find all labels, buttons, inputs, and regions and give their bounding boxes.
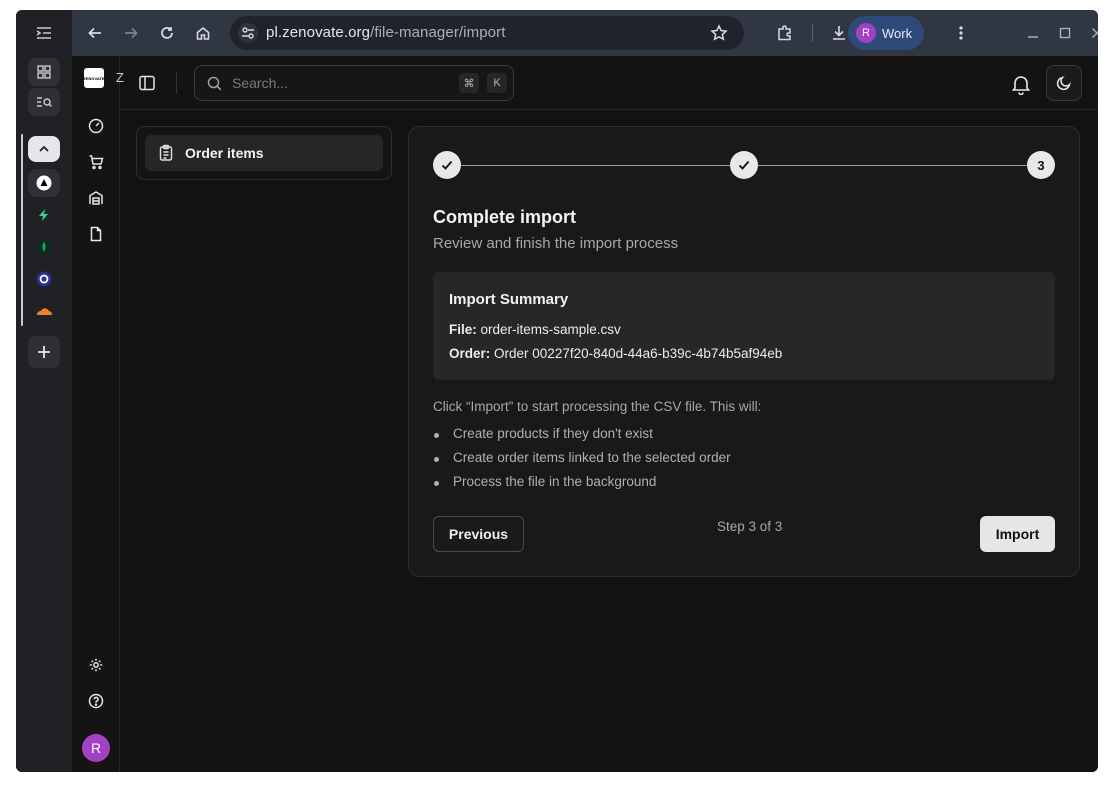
more-icon[interactable] xyxy=(950,22,972,44)
tab-group-indicator xyxy=(21,134,23,326)
maximize-icon[interactable] xyxy=(1054,22,1076,44)
theme-toggle-button[interactable] xyxy=(1046,65,1082,101)
sidebar-toggle-icon[interactable] xyxy=(28,19,60,47)
file-label: File: xyxy=(449,322,477,337)
url-path: /file-manager/import xyxy=(370,24,506,41)
app-root: ZENOVATE R Z Search... ⌘ K Order items 3… xyxy=(72,56,1098,772)
summary-order-row: Order: Order 00227f20-840d-44a6-b39c-4b7… xyxy=(449,346,782,361)
search-input[interactable]: Search... ⌘ K xyxy=(194,65,514,101)
import-wizard-card: 3 Complete import Review and finish the … xyxy=(408,126,1080,577)
notifications-bell-icon[interactable] xyxy=(1010,73,1032,95)
site-settings-icon[interactable] xyxy=(238,23,258,43)
order-label: Order: xyxy=(449,346,491,361)
reload-icon[interactable] xyxy=(156,22,178,44)
dashboard-gauge-icon[interactable] xyxy=(86,116,106,136)
wizard-title: Complete import xyxy=(433,207,577,227)
file-icon[interactable] xyxy=(86,224,106,244)
settings-gear-icon[interactable] xyxy=(86,655,106,675)
search-placeholder: Search... xyxy=(232,75,289,91)
address-bar[interactable]: pl.zenovate.org/file-manager/import xyxy=(230,16,744,50)
profile-chip[interactable]: R Work xyxy=(848,16,924,50)
close-icon[interactable] xyxy=(1086,22,1098,44)
stepper-connector xyxy=(461,165,731,166)
browser-toolbar: pl.zenovate.org/file-manager/import R Wo… xyxy=(72,10,1098,56)
user-avatar[interactable]: R xyxy=(82,734,110,762)
shopping-cart-icon[interactable] xyxy=(86,152,106,172)
extensions-icon[interactable] xyxy=(774,22,796,44)
summary-file-row: File: order-items-sample.csv xyxy=(449,322,621,337)
order-value: Order 00227f20-840d-44a6-b39c-4b74b5af94… xyxy=(494,346,783,361)
shortcut-mod-key: ⌘ xyxy=(459,73,479,93)
vertical-tab-rail xyxy=(16,10,72,772)
search-icon xyxy=(207,76,222,91)
forward-icon[interactable] xyxy=(120,22,142,44)
tab-search-icon[interactable] xyxy=(28,88,60,116)
secondary-nav-panel: Order items xyxy=(136,126,392,180)
list-item: Create products if they don't exist xyxy=(433,426,731,450)
url-host: pl.zenovate.org xyxy=(266,24,371,41)
previous-button[interactable]: Previous xyxy=(433,516,524,552)
tab-favicon-leaf-icon[interactable] xyxy=(28,233,60,261)
import-summary: Import Summary File: order-items-sample.… xyxy=(433,272,1055,380)
wizard-subtitle: Review and finish the import process xyxy=(433,235,679,252)
app-sidebar: ZENOVATE R xyxy=(72,56,120,772)
bookmark-star-icon[interactable] xyxy=(710,24,728,42)
summary-title: Import Summary xyxy=(449,291,569,308)
step-2-complete xyxy=(730,151,758,179)
tab-favicon-cloud-icon[interactable] xyxy=(28,297,60,325)
tab-favicon-bolt-icon[interactable] xyxy=(28,201,60,229)
warehouse-icon[interactable] xyxy=(86,188,106,208)
tab-groups-icon[interactable] xyxy=(28,58,60,86)
help-icon[interactable] xyxy=(86,691,106,711)
moon-icon xyxy=(1056,76,1071,91)
back-icon[interactable] xyxy=(84,22,106,44)
profile-avatar: R xyxy=(856,23,876,43)
download-icon[interactable] xyxy=(828,22,850,44)
minimize-icon[interactable] xyxy=(1022,22,1044,44)
header-divider xyxy=(176,72,177,94)
url-text: pl.zenovate.org/file-manager/import xyxy=(266,24,505,41)
clipboard-list-icon xyxy=(157,144,175,162)
home-icon[interactable] xyxy=(192,22,214,44)
list-item: Process the file in the background xyxy=(433,474,731,498)
app-logo[interactable]: ZENOVATE xyxy=(83,68,105,88)
tab-favicon-triangle-icon[interactable] xyxy=(28,169,60,197)
collapse-group-button[interactable] xyxy=(28,136,60,162)
import-instruction: Click “Import” to start processing the C… xyxy=(433,399,762,414)
app-header: Search... ⌘ K xyxy=(120,56,1098,110)
tab-favicon-c-icon[interactable] xyxy=(28,265,60,293)
list-item: Create order items linked to the selecte… xyxy=(433,450,731,474)
nav-item-order-items[interactable]: Order items xyxy=(145,135,383,171)
check-icon xyxy=(441,160,453,170)
nav-item-label: Order items xyxy=(185,145,264,161)
step-3-current: 3 xyxy=(1027,151,1055,179)
stepper-connector xyxy=(758,165,1028,166)
profile-label: Work xyxy=(882,25,913,41)
brand-initial: Z xyxy=(116,70,124,85)
toolbar-divider xyxy=(812,24,813,42)
import-button[interactable]: Import xyxy=(980,516,1055,552)
step-1-complete xyxy=(433,151,461,179)
step-indicator-text: Step 3 of 3 xyxy=(717,519,783,534)
import-effects-list: Create products if they don't exist Crea… xyxy=(433,426,731,498)
shortcut-k-key: K xyxy=(487,73,507,93)
check-icon xyxy=(738,160,750,170)
panel-toggle-icon[interactable] xyxy=(138,74,156,92)
browser-window: pl.zenovate.org/file-manager/import R Wo… xyxy=(16,10,1098,772)
file-value: order-items-sample.csv xyxy=(480,322,621,337)
new-tab-icon[interactable] xyxy=(28,336,60,368)
